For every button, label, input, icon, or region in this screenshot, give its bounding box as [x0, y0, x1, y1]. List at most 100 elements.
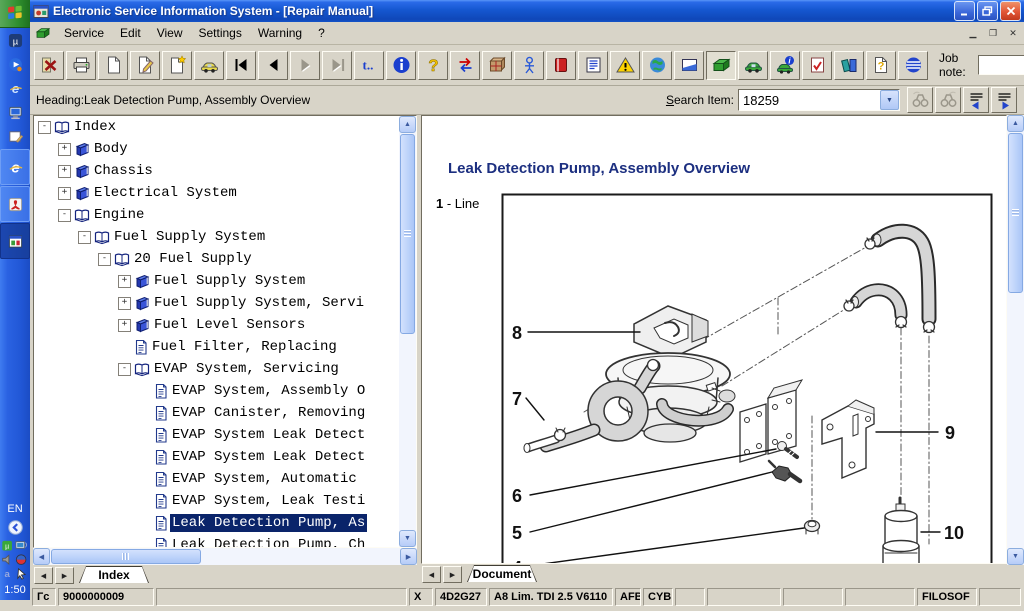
mdi-close-button[interactable]: ✕	[1004, 25, 1022, 41]
web-button[interactable]	[898, 51, 928, 80]
menu-item-settings[interactable]: Settings	[191, 24, 250, 42]
tree-item[interactable]: EVAP System, Leak Testi	[34, 490, 399, 512]
my-computer-icon[interactable]	[2, 100, 28, 124]
tab-scroll-right-button[interactable]: ▶	[443, 566, 462, 583]
menu-item-help[interactable]: ?	[310, 24, 333, 42]
tab-scroll-right-button[interactable]: ▶	[55, 567, 74, 584]
last-record-button[interactable]	[322, 51, 352, 80]
search-previous-button[interactable]	[907, 87, 933, 113]
history-forward-button[interactable]	[991, 87, 1017, 113]
menu-item-service[interactable]: Service	[56, 24, 112, 42]
tray-volume-icon[interactable]	[1, 553, 15, 567]
taskbutton-internet-explorer[interactable]: e	[0, 149, 30, 185]
show-desktop-icon[interactable]	[2, 124, 28, 148]
faq-button[interactable]: ?	[866, 51, 896, 80]
start-button[interactable]	[0, 0, 30, 28]
expander-icon[interactable]: +	[118, 297, 131, 310]
expander-icon[interactable]: -	[118, 363, 131, 376]
tree-item[interactable]: +Fuel Supply System	[34, 270, 399, 292]
scroll-down-icon[interactable]: ▼	[1007, 548, 1024, 565]
tree-vertical-scrollbar[interactable]: ▲ ▼	[399, 116, 416, 547]
checklist-button[interactable]	[802, 51, 832, 80]
expander-icon[interactable]: -	[78, 231, 91, 244]
expander-icon[interactable]: -	[38, 121, 51, 134]
certificate-button[interactable]	[674, 51, 704, 80]
expander-icon[interactable]: +	[58, 143, 71, 156]
tree-item[interactable]: -EVAP System, Servicing	[34, 358, 399, 380]
taskbutton-acrobat[interactable]	[0, 186, 30, 222]
taskbutton-service-system[interactable]	[0, 223, 30, 259]
first-record-button[interactable]	[226, 51, 256, 80]
document-vertical-scrollbar[interactable]: ▲ ▼	[1007, 115, 1024, 565]
exit-button[interactable]	[34, 51, 64, 80]
tree-hscroll-thumb[interactable]	[51, 549, 201, 564]
restore-button[interactable]	[977, 1, 998, 21]
expander-icon[interactable]: -	[98, 253, 111, 266]
scroll-left-icon[interactable]: ◀	[33, 548, 50, 565]
scroll-down-icon[interactable]: ▼	[399, 530, 416, 547]
scroll-up-icon[interactable]: ▲	[1007, 115, 1024, 132]
next-record-button[interactable]	[290, 51, 320, 80]
tray-mouse-icon[interactable]	[15, 567, 29, 581]
tree-item[interactable]: EVAP Canister, Removing	[34, 402, 399, 424]
minimize-button[interactable]	[954, 1, 975, 21]
tree-item[interactable]: EVAP System Leak Detect	[34, 424, 399, 446]
previous-record-button[interactable]	[258, 51, 288, 80]
tree-item[interactable]: -Engine	[34, 204, 399, 226]
edit-document-button[interactable]	[130, 51, 160, 80]
manuals-button[interactable]	[546, 51, 576, 80]
expander-icon[interactable]: -	[58, 209, 71, 222]
repair-manual-button[interactable]	[706, 51, 736, 80]
tree-vscroll-thumb[interactable]	[400, 134, 415, 334]
vehicle-data-button[interactable]	[738, 51, 768, 80]
warnings-button[interactable]	[610, 51, 640, 80]
tree-item[interactable]: Fuel Filter, Replacing	[34, 336, 399, 358]
library-button[interactable]	[834, 51, 864, 80]
print-button[interactable]	[66, 51, 96, 80]
new-note-button[interactable]	[162, 51, 192, 80]
scroll-right-icon[interactable]: ▶	[400, 548, 417, 565]
media-player-icon[interactable]	[2, 52, 28, 76]
tree-item[interactable]: +Fuel Level Sensors	[34, 314, 399, 336]
online-button[interactable]	[642, 51, 672, 80]
internet-explorer-icon[interactable]: e	[2, 76, 28, 100]
document-vscroll-thumb[interactable]	[1008, 133, 1023, 293]
tray-chevron-button[interactable]	[2, 515, 28, 539]
history-back-button[interactable]	[963, 87, 989, 113]
menu-item-edit[interactable]: Edit	[112, 24, 149, 42]
expander-icon[interactable]: +	[118, 275, 131, 288]
menu-item-warning[interactable]: Warning	[250, 24, 310, 42]
search-next-button[interactable]	[935, 87, 961, 113]
tree-item[interactable]: +Fuel Supply System, Servi	[34, 292, 399, 314]
parts-button[interactable]	[482, 51, 512, 80]
tray-a-icon[interactable]: a	[1, 567, 15, 581]
vehicle-button[interactable]	[194, 51, 224, 80]
tree-horizontal-scrollbar[interactable]: ◀ ▶	[33, 548, 417, 565]
mdi-minimize-button[interactable]: ▁	[964, 25, 982, 41]
vehicle-info-button[interactable]: i	[770, 51, 800, 80]
tree-item[interactable]: +Electrical System	[34, 182, 399, 204]
scroll-up-icon[interactable]: ▲	[399, 116, 416, 133]
tree-item[interactable]: EVAP System, Automatic	[34, 468, 399, 490]
tab-document[interactable]: Document	[467, 565, 537, 582]
language-indicator[interactable]: EN	[7, 503, 22, 515]
utorrent-icon[interactable]: µ	[2, 28, 28, 52]
help-button[interactable]: ?	[418, 51, 448, 80]
tab-scroll-left-button[interactable]: ◀	[422, 566, 441, 583]
customer-button[interactable]	[514, 51, 544, 80]
job-note-input[interactable]	[978, 55, 1024, 75]
tree-item[interactable]: +Body	[34, 138, 399, 160]
tree-item[interactable]: -Fuel Supply System	[34, 226, 399, 248]
tree-item[interactable]: -20 Fuel Supply	[34, 248, 399, 270]
close-button[interactable]	[1000, 1, 1021, 21]
new-document-button[interactable]	[98, 51, 128, 80]
tray-utorrent-icon[interactable]: µ	[1, 539, 15, 553]
tree-item[interactable]: Leak Detection Pump, Ch	[34, 534, 399, 547]
expander-icon[interactable]: +	[58, 165, 71, 178]
chevron-down-icon[interactable]: ▼	[880, 90, 899, 110]
mdi-restore-button[interactable]: ❐	[984, 25, 1002, 41]
tree-item[interactable]: Leak Detection Pump, As	[34, 512, 399, 534]
expander-icon[interactable]: +	[118, 319, 131, 332]
tree-item[interactable]: EVAP System, Assembly O	[34, 380, 399, 402]
tree-item[interactable]: -Index	[34, 116, 399, 138]
